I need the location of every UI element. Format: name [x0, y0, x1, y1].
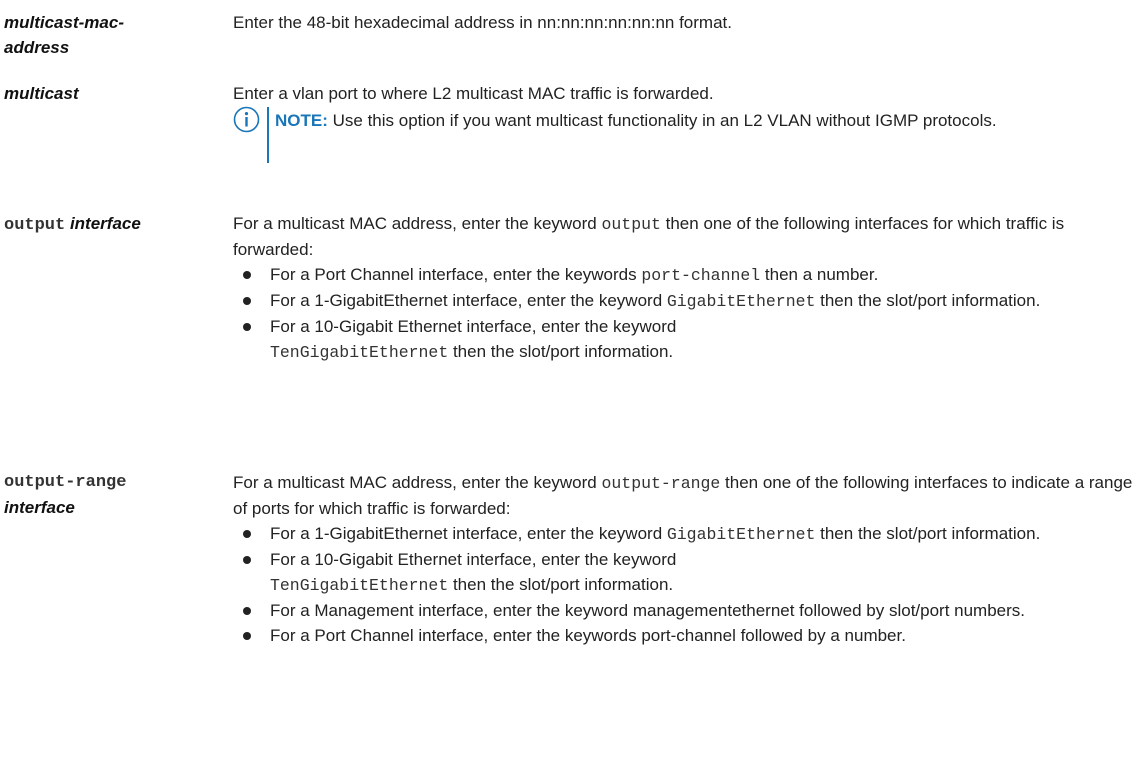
bullet-dot [243, 323, 251, 331]
param-term: multicast-mac- address [4, 10, 228, 60]
param-description: For a multicast MAC address, enter the k… [233, 211, 1133, 365]
list-item: For a Port Channel interface, enter the … [233, 262, 1133, 288]
inline-code: output-range [601, 474, 721, 493]
param-term-italic: interface [4, 498, 75, 517]
param-description-intro: For a multicast MAC address, enter the k… [233, 470, 1133, 521]
bullet-list: For a Port Channel interface, enter the … [233, 262, 1133, 365]
bullet-list: For a 1-GigabitEthernet interface, enter… [233, 521, 1133, 648]
list-item: For a 1-GigabitEthernet interface, enter… [233, 521, 1133, 547]
list-item: For a Port Channel interface, enter the … [233, 623, 1133, 648]
param-description: For a multicast MAC address, enter the k… [233, 470, 1133, 648]
list-item: For a Management interface, enter the ke… [233, 598, 1133, 623]
inline-code: GigabitEthernet [666, 292, 816, 311]
list-item: For a 10-Gigabit Ethernet interface, ent… [233, 547, 1133, 598]
inline-code: TenGigabitEthernet [270, 343, 449, 362]
list-item-text: For a Port Channel interface, enter the … [270, 626, 906, 645]
list-item-text: For a 1-GigabitEthernet interface, enter… [270, 291, 667, 310]
list-item: For a 10-Gigabit Ethernet interface, ent… [233, 314, 1133, 365]
note-label: NOTE: [275, 111, 328, 130]
intro-text: For a multicast MAC address, enter the k… [233, 214, 602, 233]
param-description-text: Enter the 48-bit hexadecimal address in … [233, 13, 732, 32]
bullet-dot [243, 607, 251, 615]
list-item-text: For a Management interface, enter the ke… [270, 601, 1026, 620]
param-description-text: Enter a vlan port to where L2 multicast … [233, 84, 714, 103]
param-term: output interface [4, 211, 228, 238]
inline-code: output [601, 215, 661, 234]
list-item-text: then a number. [760, 265, 879, 284]
bullet-dot [243, 530, 251, 538]
list-item-text: then the slot/port information. [448, 342, 674, 361]
info-icon [233, 106, 260, 133]
inline-code: TenGigabitEthernet [270, 576, 449, 595]
list-item-text: For a 10-Gigabit Ethernet interface, ent… [270, 550, 677, 569]
inline-code: port-channel [641, 266, 761, 285]
list-item-text: For a Port Channel interface, enter the … [270, 265, 642, 284]
note-body: Use this option if you want multicast fu… [327, 111, 997, 130]
param-term: multicast [4, 81, 228, 106]
param-term-keyword: output [4, 216, 66, 235]
inline-code: GigabitEthernet [666, 525, 816, 544]
intro-text: For a multicast MAC address, enter the k… [233, 473, 602, 492]
list-item-text: then the slot/port information. [815, 291, 1041, 310]
param-term-label: multicast [4, 84, 79, 103]
param-term-keyword: output-range [4, 473, 127, 492]
param-term-italic: interface [69, 214, 141, 233]
param-term: output-range interface [4, 470, 228, 520]
bullet-dot [243, 271, 251, 279]
list-item-text: For a 1-GigabitEthernet interface, enter… [270, 524, 667, 543]
param-description-intro: For a multicast MAC address, enter the k… [233, 211, 1133, 262]
note-accent-bar [267, 107, 269, 163]
list-item: For a 1-GigabitEthernet interface, enter… [233, 288, 1133, 314]
param-description: Enter the 48-bit hexadecimal address in … [233, 10, 1133, 35]
bullet-dot [243, 632, 251, 640]
param-description: Enter a vlan port to where L2 multicast … [233, 81, 1133, 106]
bullet-dot [243, 556, 251, 564]
list-item-text: For a 10-Gigabit Ethernet interface, ent… [270, 317, 677, 336]
bullet-dot [243, 297, 251, 305]
list-item-text: then the slot/port information. [815, 524, 1041, 543]
param-term-label: multicast-mac- address [4, 13, 124, 57]
list-item-text: then the slot/port information. [448, 575, 674, 594]
note-text: NOTE: Use this option if you want multic… [275, 106, 1095, 135]
